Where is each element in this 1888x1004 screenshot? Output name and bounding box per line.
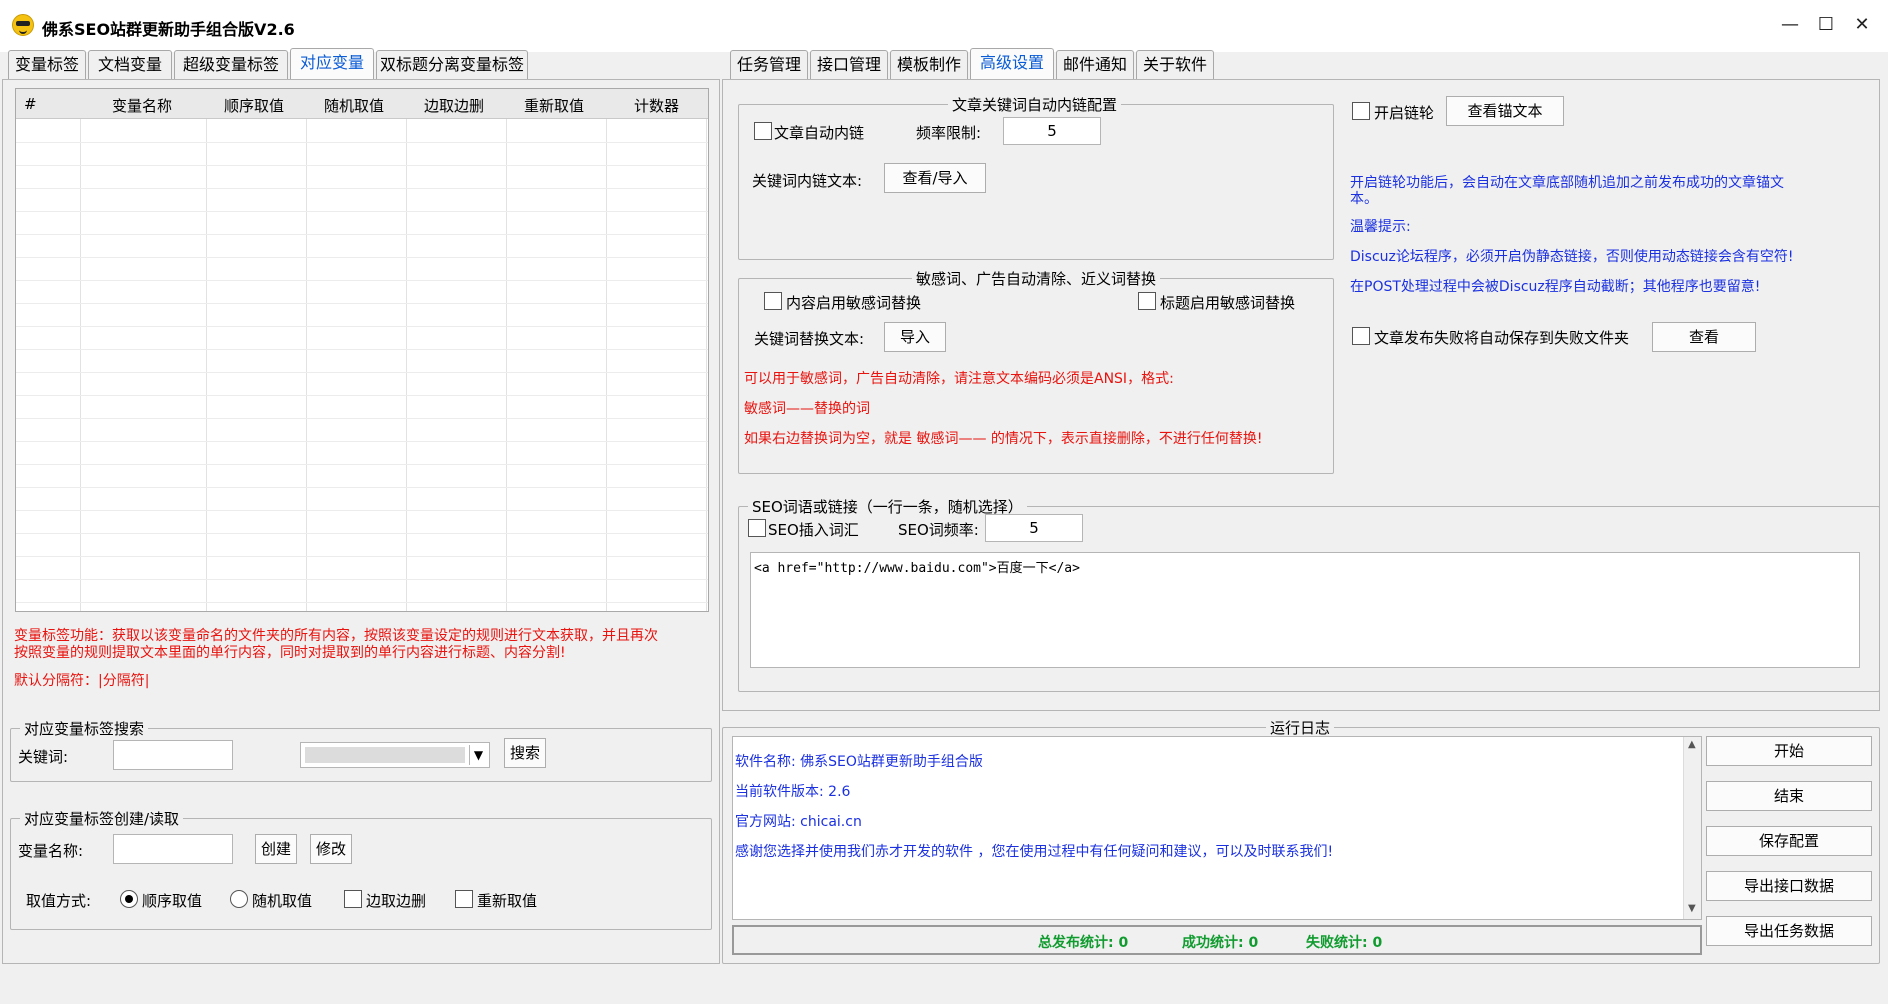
tab-dual-title-var[interactable]: 双标题分离变量标签	[376, 50, 528, 80]
title-replace-label: 标题启用敏感词替换	[1160, 294, 1296, 312]
content-replace-checkbox[interactable]	[764, 292, 782, 310]
stat-total: 总发布统计: 0	[1038, 935, 1129, 951]
stats-bar: 总发布统计: 0 成功统计: 0 失败统计: 0	[732, 925, 1702, 955]
link-wheel-label: 开启链轮	[1374, 104, 1435, 122]
tab-about[interactable]: 关于软件	[1136, 50, 1214, 80]
tab-interface[interactable]: 接口管理	[810, 50, 888, 80]
search-button[interactable]: 搜索	[504, 738, 546, 768]
close-button[interactable]: ✕	[1842, 10, 1882, 40]
log-line3: 官方网站: chicai.cn	[735, 814, 862, 830]
sensitive-title: 敏感词、广告自动清除、近义词替换	[912, 268, 1161, 289]
log-line1: 软件名称: 佛系SEO站群更新助手组合版	[735, 754, 983, 770]
content-replace-label: 内容启用敏感词替换	[786, 294, 922, 312]
auto-link-label: 文章自动内链	[774, 124, 865, 142]
checkbox-del-label: 边取边删	[366, 892, 427, 910]
checkbox-del[interactable]	[344, 890, 362, 908]
checkbox-re-label: 重新取值	[477, 892, 538, 910]
tab-task[interactable]: 任务管理	[730, 50, 808, 80]
tip-title: 温馨提示:	[1350, 219, 1411, 235]
seo-textarea[interactable]: <a href="http://www.baidu.com">百度一下</a>	[750, 552, 1860, 668]
tab-var-label[interactable]: 变量标签	[8, 50, 86, 80]
inner-link-title: 文章关键词自动内链配置	[948, 94, 1122, 115]
sensitive-note3: 如果右边替换词为空，就是 敏感词—— 的情况下，表示直接删除，不进行任何替换!	[744, 431, 1263, 447]
seo-freq-input[interactable]: 5	[985, 514, 1083, 542]
import-button[interactable]: 导入	[884, 322, 946, 352]
tip-line2: 在POST处理过程中会被Discuz程序自动截断；其他程序也要留意!	[1350, 279, 1761, 295]
tab-mapped-var[interactable]: 对应变量	[290, 48, 374, 80]
col-index: #	[24, 95, 37, 113]
tab-template[interactable]: 模板制作	[890, 50, 968, 80]
link-wheel-desc1: 开启链轮功能后，会自动在文章底部随机追加之前发布成功的文章锚文	[1350, 175, 1784, 191]
log-line2: 当前软件版本: 2.6	[735, 784, 851, 800]
stop-button[interactable]: 结束	[1706, 781, 1872, 811]
link-wheel-desc2: 本。	[1350, 191, 1378, 207]
variable-table[interactable]: # 变量名称 顺序取值 随机取值 边取边删 重新取值 计数器	[15, 88, 709, 612]
stat-success: 成功统计: 0	[1182, 935, 1259, 951]
tab-super-var[interactable]: 超级变量标签	[174, 50, 288, 80]
tab-advanced[interactable]: 高级设置	[970, 48, 1054, 80]
view-anchor-button[interactable]: 查看锚文本	[1446, 96, 1564, 126]
log-textarea[interactable]: 软件名称: 佛系SEO站群更新助手组合版 当前软件版本: 2.6 官方网站: c…	[732, 736, 1702, 920]
view-import-button[interactable]: 查看/导入	[884, 163, 986, 193]
link-wheel-checkbox[interactable]	[1352, 102, 1370, 120]
stat-fail: 失败统计: 0	[1306, 935, 1383, 951]
log-title: 运行日志	[1266, 717, 1335, 738]
sensitive-note1: 可以用于敏感词，广告自动清除，请注意文本编码必须是ANSI，格式:	[744, 371, 1174, 387]
export-interface-button[interactable]: 导出接口数据	[1706, 871, 1872, 901]
keyword-label: 关键词:	[18, 748, 69, 766]
seo-insert-checkbox[interactable]	[748, 519, 766, 537]
tip-line1: Discuz论坛程序，必须开启伪静态链接，否则使用动态链接会含有空符!	[1350, 249, 1794, 265]
freq-input[interactable]: 5	[1003, 117, 1101, 145]
title-replace-checkbox[interactable]	[1138, 292, 1156, 310]
tab-email[interactable]: 邮件通知	[1056, 50, 1134, 80]
chevron-down-icon[interactable]: ▼	[469, 745, 487, 765]
minimize-button[interactable]: —	[1770, 10, 1810, 40]
mode-label: 取值方式:	[26, 892, 92, 910]
log-line4: 感谢您选择并使用我们赤才开发的软件 ，您在使用过程中有任何疑问和建议，可以及时联…	[735, 844, 1334, 860]
scroll-up-icon[interactable]: ▲	[1688, 739, 1696, 750]
fail-save-label: 文章发布失败将自动保存到失败文件夹	[1374, 329, 1630, 347]
app-logo-icon	[12, 14, 34, 36]
window-title: 佛系SEO站群更新助手组合版V2.6	[42, 20, 295, 39]
create-button[interactable]: 创建	[255, 834, 297, 864]
link-text-label: 关键词内链文本:	[752, 172, 863, 190]
col-rand: 随机取值	[324, 97, 385, 115]
var-info-line2: 按照变量的规则提取文本里面的单行内容，同时对提取到的单行内容进行标题、内容分割!	[14, 645, 566, 661]
modify-button[interactable]: 修改	[310, 834, 352, 864]
sensitive-note2: 敏感词——替换的词	[744, 401, 870, 417]
seo-freq-label: SEO词频率:	[898, 521, 979, 539]
seo-insert-label: SEO插入词汇	[768, 521, 859, 539]
keyword-input[interactable]	[113, 740, 233, 770]
search-dropdown[interactable]: ▼	[300, 742, 490, 768]
replace-text-label: 关键词替换文本:	[754, 330, 865, 348]
radio-rand[interactable]	[230, 890, 248, 908]
default-separator: 默认分隔符：|分隔符|	[14, 673, 150, 689]
create-groupbox-title: 对应变量标签创建/读取	[20, 808, 184, 829]
col-re: 重新取值	[524, 97, 585, 115]
table-header: # 变量名称 顺序取值 随机取值 边取边删 重新取值 计数器	[16, 89, 708, 119]
save-config-button[interactable]: 保存配置	[1706, 826, 1872, 856]
log-scrollbar[interactable]: ▲ ▼	[1683, 737, 1701, 919]
var-name-input[interactable]	[113, 834, 233, 864]
col-seq: 顺序取值	[224, 97, 285, 115]
scroll-down-icon[interactable]: ▼	[1688, 903, 1696, 914]
maximize-button[interactable]: ☐	[1806, 10, 1846, 40]
fail-save-checkbox[interactable]	[1352, 327, 1370, 345]
fail-view-button[interactable]: 查看	[1652, 322, 1756, 352]
auto-link-checkbox[interactable]	[754, 122, 772, 140]
freq-label: 频率限制:	[916, 124, 982, 142]
start-button[interactable]: 开始	[1706, 736, 1872, 766]
search-groupbox-title: 对应变量标签搜索	[20, 718, 149, 739]
col-del: 边取边删	[424, 97, 485, 115]
col-counter: 计数器	[634, 97, 680, 115]
radio-rand-label: 随机取值	[252, 892, 313, 910]
col-name: 变量名称	[112, 97, 173, 115]
tab-doc-var[interactable]: 文档变量	[88, 50, 172, 80]
checkbox-re[interactable]	[455, 890, 473, 908]
var-name-label: 变量名称:	[18, 842, 84, 860]
radio-seq[interactable]	[120, 890, 138, 908]
radio-seq-label: 顺序取值	[142, 892, 203, 910]
export-task-button[interactable]: 导出任务数据	[1706, 916, 1872, 946]
